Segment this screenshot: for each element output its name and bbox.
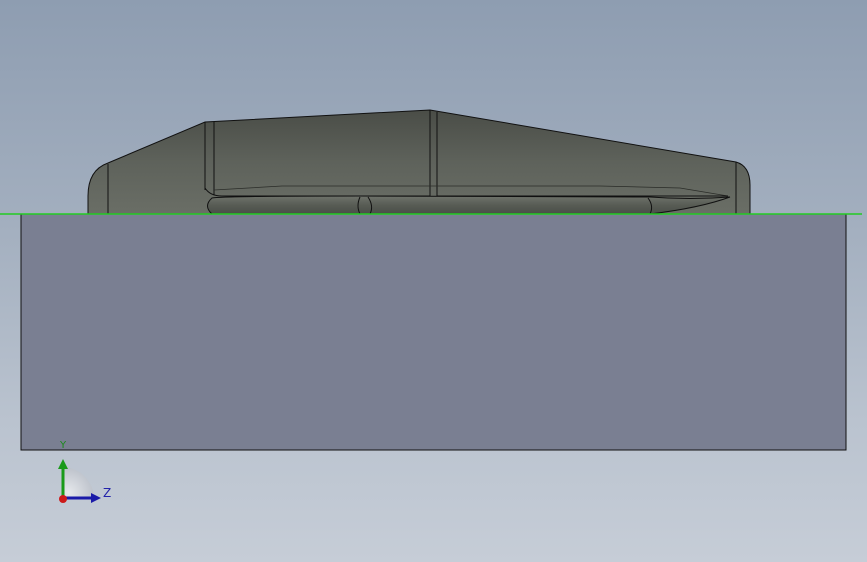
coordinate-triad (58, 459, 101, 503)
y-axis-arrowhead (58, 459, 68, 469)
cad-viewport[interactable]: Y Z (0, 0, 867, 562)
triad-y-label: Y (60, 440, 67, 451)
z-axis-arrowhead (91, 493, 101, 503)
model-scene[interactable] (0, 0, 867, 562)
base-block[interactable] (20, 213, 847, 451)
part-body[interactable] (87, 109, 751, 215)
triad-quadrant (62, 467, 94, 499)
x-axis-point (59, 495, 67, 503)
triad-z-label: Z (103, 486, 112, 500)
